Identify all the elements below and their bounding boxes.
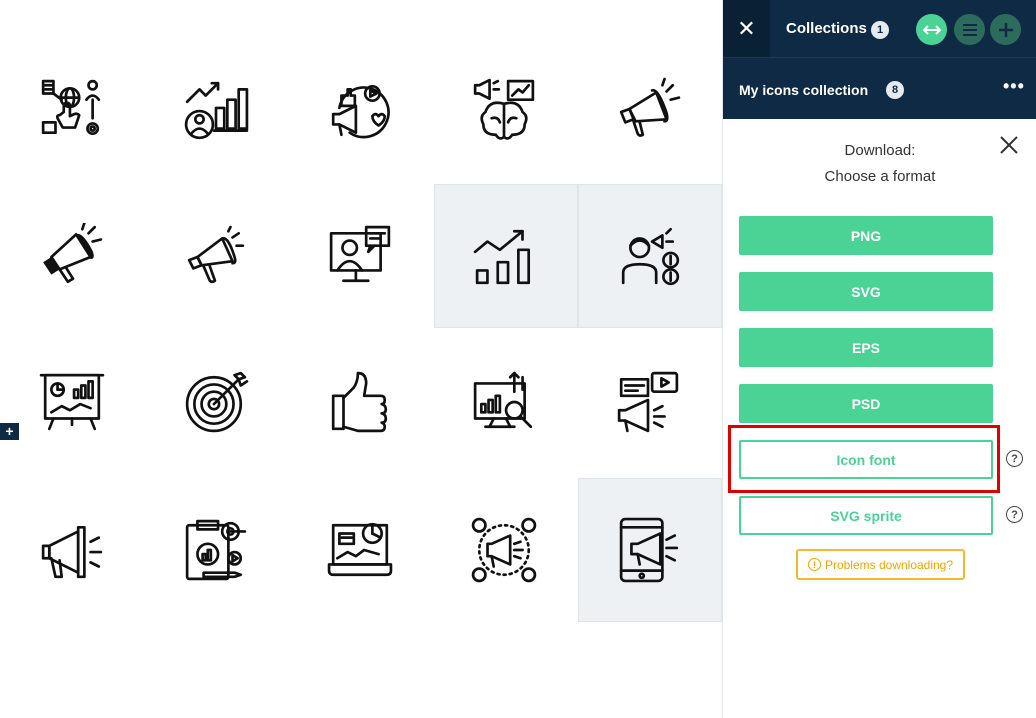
social-chat-megaphone-icon <box>617 371 679 433</box>
icon-cell-video-call[interactable] <box>288 184 432 328</box>
format-svg-button[interactable]: SVG <box>739 272 993 311</box>
icon-cell-growth-chart-user[interactable] <box>144 38 288 182</box>
icon-cell-megaphone-network[interactable] <box>432 478 576 622</box>
icon-cell-marketer-money[interactable] <box>578 184 722 328</box>
megaphone-icon <box>619 77 681 137</box>
megaphone-filled-icon <box>43 223 103 284</box>
icon-cell-digital-marketing[interactable] <box>0 38 144 182</box>
expand-arrows-icon <box>922 24 941 35</box>
download-heading-line: Download: <box>844 142 916 159</box>
icon-cell-laptop-analytics[interactable] <box>288 478 432 622</box>
collection-name[interactable]: My icons collection <box>739 82 868 98</box>
megaphone-network-icon <box>471 517 537 583</box>
close-panel-button[interactable]: ✕ <box>723 0 770 57</box>
collection-bar: My icons collection 8 ••• <box>723 57 1036 119</box>
icon-cell-megaphone-loud[interactable] <box>0 478 144 622</box>
growth-chart-user-icon <box>184 81 249 140</box>
icon-cell-social-chat-megaphone[interactable] <box>576 330 720 474</box>
format-svg-sprite-button[interactable]: SVG sprite <box>739 496 993 535</box>
icon-cell-megaphone-outline[interactable] <box>144 184 288 328</box>
digital-marketing-icon <box>41 79 101 136</box>
plus-icon <box>998 22 1013 37</box>
collection-count-badge: 8 <box>886 81 904 99</box>
collections-panel: ✕ Collections 1 My icons collection 8 ••… <box>722 0 1036 718</box>
format-icon-font-button[interactable]: Icon font <box>739 440 993 479</box>
marketer-money-icon <box>621 227 680 286</box>
icon-cell-megaphone[interactable] <box>576 38 720 182</box>
icon-cell-target[interactable] <box>144 330 288 474</box>
collections-count-badge: 1 <box>871 21 889 39</box>
laptop-analytics-icon <box>327 522 393 577</box>
megaphone-loud-icon <box>41 525 103 579</box>
svg-sprite-help-icon[interactable]: ? <box>1006 506 1023 523</box>
problems-downloading-label: Problems downloading? <box>824 557 954 572</box>
format-png-button[interactable]: PNG <box>739 216 993 255</box>
bar-chart-growth-icon <box>473 229 531 285</box>
list-view-button[interactable] <box>954 14 985 45</box>
collection-more-button[interactable]: ••• <box>1003 76 1025 97</box>
icon-cell-megaphone-filled[interactable] <box>0 184 144 328</box>
close-icon <box>1000 136 1018 154</box>
social-media-megaphone-icon <box>331 84 390 139</box>
format-psd-button[interactable]: PSD <box>739 384 993 423</box>
icon-cell-bar-chart-growth[interactable] <box>434 184 578 328</box>
icon-cell-presentation-board[interactable] <box>0 330 144 474</box>
icon-cell-brain-marketing[interactable] <box>432 38 576 182</box>
warning-icon: ! <box>807 558 821 571</box>
tablet-megaphone-icon <box>619 517 679 583</box>
report-clipboard-icon <box>185 519 247 581</box>
collections-header: ✕ Collections 1 <box>723 0 1036 57</box>
brain-marketing-icon <box>473 78 535 140</box>
close-icon: ✕ <box>737 15 756 41</box>
icon-grid: + <box>0 0 722 718</box>
format-eps-button[interactable]: EPS <box>739 328 993 367</box>
problems-downloading-button[interactable]: ! Problems downloading? <box>796 549 965 580</box>
icon-cell-analytics-monitor[interactable] <box>432 330 576 474</box>
download-heading: Download: Choose a format <box>723 138 1036 190</box>
icon-cell-tablet-megaphone[interactable] <box>578 478 722 622</box>
list-icon <box>962 23 977 36</box>
presentation-board-icon <box>39 373 105 431</box>
download-subheading: Choose a format <box>824 168 936 185</box>
megaphone-outline-icon <box>187 225 245 284</box>
target-icon <box>185 371 249 433</box>
icon-cell-report-clipboard[interactable] <box>144 478 288 622</box>
app-root: + ✕ Collections 1 My icons collection 8 … <box>0 0 1036 718</box>
collections-title: Collections <box>786 20 867 37</box>
download-close-button[interactable] <box>998 134 1020 156</box>
add-collection-button[interactable] <box>990 14 1021 45</box>
expand-button[interactable] <box>916 14 947 45</box>
side-add-button[interactable]: + <box>0 423 19 440</box>
analytics-monitor-icon <box>473 371 533 429</box>
thumbs-up-icon <box>331 371 388 433</box>
icon-cell-thumbs-up[interactable] <box>288 330 432 474</box>
icon-cell-social-media-megaphone[interactable] <box>288 38 432 182</box>
video-call-icon <box>329 225 391 283</box>
icon-font-help-icon[interactable]: ? <box>1006 450 1023 467</box>
